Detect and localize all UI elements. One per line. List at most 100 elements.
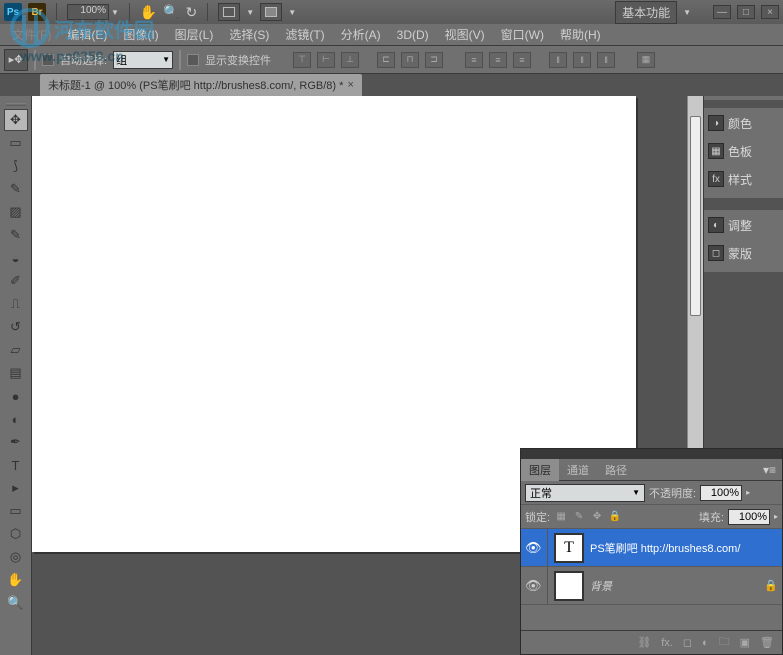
- 3d-camera-tool[interactable]: ◎: [4, 546, 28, 568]
- menu-view[interactable]: 视图(V): [437, 24, 493, 45]
- chevron-down-icon[interactable]: ▼: [683, 8, 691, 17]
- lock-all-icon[interactable]: 🔒: [608, 510, 622, 524]
- distribute-vcenter-icon[interactable]: ≡: [489, 52, 507, 68]
- rotate-view-icon[interactable]: ↻: [186, 4, 198, 21]
- panel-swatches[interactable]: ▦ 色板: [704, 138, 783, 164]
- quick-select-tool[interactable]: ✎: [4, 178, 28, 200]
- menu-window[interactable]: 窗口(W): [493, 24, 552, 45]
- menu-filter[interactable]: 滤镜(T): [277, 24, 332, 45]
- fill-caret-icon[interactable]: ▸: [774, 512, 778, 521]
- menu-image[interactable]: 图像(I): [115, 24, 166, 45]
- scrollbar-thumb[interactable]: [690, 116, 701, 316]
- visibility-toggle[interactable]: 👁: [525, 578, 541, 594]
- zoom-tool[interactable]: 🔍: [4, 592, 28, 614]
- distribute-hcenter-icon[interactable]: ‖: [573, 52, 591, 68]
- spot-heal-tool[interactable]: ◒: [4, 247, 28, 269]
- lock-pixels-icon[interactable]: ✎: [572, 510, 586, 524]
- menu-3d[interactable]: 3D(D): [389, 26, 437, 44]
- screen-mode-button[interactable]: [260, 3, 282, 21]
- auto-select-checkbox[interactable]: [42, 54, 54, 66]
- align-left-icon[interactable]: ⊏: [377, 52, 395, 68]
- current-tool-icon[interactable]: ▸✥: [4, 49, 28, 71]
- distribute-top-icon[interactable]: ≡: [465, 52, 483, 68]
- layer-thumbnail[interactable]: T: [554, 533, 584, 563]
- minimize-button[interactable]: —: [713, 5, 731, 19]
- menu-layer[interactable]: 图层(L): [167, 24, 222, 45]
- show-transform-checkbox[interactable]: [187, 54, 199, 66]
- move-tool[interactable]: ✥: [4, 109, 28, 131]
- panel-grip[interactable]: [2, 100, 30, 108]
- shape-tool[interactable]: ▭: [4, 500, 28, 522]
- delete-layer-icon[interactable]: 🗑: [760, 636, 774, 649]
- align-bottom-icon[interactable]: ⊥: [341, 52, 359, 68]
- align-top-icon[interactable]: ⊤: [293, 52, 311, 68]
- align-hcenter-icon[interactable]: ⊓: [401, 52, 419, 68]
- zoom-icon[interactable]: 🔍: [163, 4, 179, 20]
- eraser-tool[interactable]: ▱: [4, 339, 28, 361]
- menu-analysis[interactable]: 分析(A): [333, 24, 389, 45]
- hand-icon[interactable]: ✋: [140, 4, 157, 21]
- document-tab[interactable]: 未标题-1 @ 100% (PS笔刷吧 http://brushes8.com/…: [40, 74, 362, 96]
- bridge-icon[interactable]: Br: [28, 3, 46, 21]
- panel-title-bar[interactable]: [521, 449, 782, 459]
- maximize-button[interactable]: □: [737, 5, 755, 19]
- zoom-input[interactable]: 100%: [67, 4, 109, 20]
- arrange-docs-button[interactable]: [218, 3, 240, 21]
- menu-select[interactable]: 选择(S): [221, 24, 277, 45]
- gradient-tool[interactable]: ▤: [4, 362, 28, 384]
- crop-tool[interactable]: ▨: [4, 201, 28, 223]
- opacity-caret-icon[interactable]: ▸: [746, 488, 750, 497]
- layer-group-icon[interactable]: 🗀: [719, 633, 730, 652]
- workspace-switcher[interactable]: 基本功能: [615, 1, 677, 24]
- align-vcenter-icon[interactable]: ⊢: [317, 52, 335, 68]
- lasso-tool[interactable]: ⟆: [4, 155, 28, 177]
- zoom-level[interactable]: 100% ▼: [67, 4, 119, 20]
- chevron-down-icon[interactable]: ▼: [111, 8, 119, 17]
- blur-tool[interactable]: ●: [4, 385, 28, 407]
- align-right-icon[interactable]: ⊐: [425, 52, 443, 68]
- chevron-down-icon[interactable]: ▼: [288, 8, 296, 17]
- distribute-bottom-icon[interactable]: ≡: [513, 52, 531, 68]
- link-layers-icon[interactable]: ⛓: [637, 636, 651, 649]
- type-tool[interactable]: T: [4, 454, 28, 476]
- clone-stamp-tool[interactable]: ⎍: [4, 293, 28, 315]
- panel-masks[interactable]: ◻ 蒙版: [704, 240, 783, 266]
- distribute-left-icon[interactable]: ‖: [549, 52, 567, 68]
- fill-input[interactable]: 100%: [728, 509, 770, 525]
- menu-file[interactable]: 文件(F): [4, 24, 59, 45]
- tab-layers[interactable]: 图层: [521, 459, 559, 481]
- distribute-right-icon[interactable]: ‖: [597, 52, 615, 68]
- blend-mode-select[interactable]: 正常▼: [525, 484, 645, 502]
- panel-grip[interactable]: [704, 100, 783, 108]
- tab-channels[interactable]: 通道: [559, 459, 597, 481]
- path-select-tool[interactable]: ▸: [4, 477, 28, 499]
- panel-adjustments[interactable]: ◐ 调整: [704, 212, 783, 238]
- layer-mask-icon[interactable]: ◻: [683, 636, 692, 649]
- menu-help[interactable]: 帮助(H): [552, 24, 609, 45]
- brush-tool[interactable]: ✐: [4, 270, 28, 292]
- menu-edit[interactable]: 编辑(E): [59, 24, 115, 45]
- layer-name[interactable]: 背景: [590, 578, 758, 594]
- 3d-tool[interactable]: ⬡: [4, 523, 28, 545]
- marquee-tool[interactable]: ▭: [4, 132, 28, 154]
- pen-tool[interactable]: ✒: [4, 431, 28, 453]
- auto-align-icon[interactable]: ▦: [637, 52, 655, 68]
- auto-select-dropdown[interactable]: 组▼: [113, 51, 173, 69]
- chevron-down-icon[interactable]: ▼: [246, 8, 254, 17]
- tab-paths[interactable]: 路径: [597, 459, 635, 481]
- layer-name[interactable]: PS笔刷吧 http://brushes8.com/: [590, 540, 778, 556]
- layer-row[interactable]: 👁 T PS笔刷吧 http://brushes8.com/: [521, 529, 782, 567]
- dodge-tool[interactable]: ◐: [4, 408, 28, 430]
- eyedropper-tool[interactable]: ✎: [4, 224, 28, 246]
- lock-transparency-icon[interactable]: ▦: [554, 510, 568, 524]
- layer-fx-icon[interactable]: fx.: [661, 637, 673, 649]
- hand-tool[interactable]: ✋: [4, 569, 28, 591]
- adjustment-layer-icon[interactable]: ◐: [702, 637, 709, 649]
- layer-thumbnail[interactable]: [554, 571, 584, 601]
- new-layer-icon[interactable]: ▣: [740, 636, 750, 649]
- panel-styles[interactable]: fx 样式: [704, 166, 783, 192]
- panel-menu-icon[interactable]: ▾≡: [757, 463, 782, 477]
- lock-position-icon[interactable]: ✥: [590, 510, 604, 524]
- layer-row[interactable]: 👁 背景 🔒: [521, 567, 782, 605]
- opacity-input[interactable]: 100%: [700, 485, 742, 501]
